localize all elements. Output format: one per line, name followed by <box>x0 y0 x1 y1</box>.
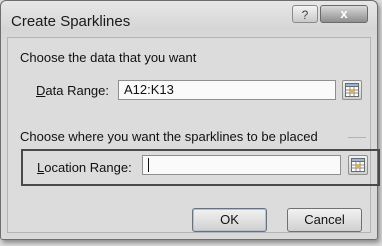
location-range-picker-button[interactable] <box>348 155 368 175</box>
location-range-label: Location Range: <box>37 160 132 175</box>
data-range-accelerator: D <box>36 83 46 98</box>
cancel-button[interactable]: Cancel <box>287 208 362 232</box>
help-button[interactable]: ? <box>292 5 318 23</box>
close-icon: x <box>340 6 348 21</box>
dialog-title: Create Sparklines <box>11 13 131 30</box>
data-range-label: Data Range: <box>36 83 109 98</box>
data-range-input[interactable]: A12:K13 <box>118 80 336 100</box>
data-section-heading: Choose the data that you want <box>20 50 197 65</box>
close-button[interactable]: x <box>320 5 368 23</box>
create-sparklines-dialog: Create Sparklines ? x Choose the data th… <box>0 0 380 240</box>
range-select-icon <box>345 83 359 97</box>
data-range-label-text: ata Range: <box>45 83 109 98</box>
location-section-heading: Choose where you want the sparklines to … <box>20 129 318 144</box>
text-caret <box>148 158 149 172</box>
location-range-input[interactable] <box>142 155 341 175</box>
dialog-body: Choose the data that you want Data Range… <box>7 37 371 233</box>
section-divider <box>348 137 366 138</box>
help-icon: ? <box>301 8 309 22</box>
location-range-label-text: ocation Range: <box>44 160 132 175</box>
range-select-icon <box>351 158 365 172</box>
data-range-picker-button[interactable] <box>342 80 362 100</box>
ok-button[interactable]: OK <box>192 208 267 232</box>
title-bar[interactable]: Create Sparklines ? x <box>1 1 377 37</box>
